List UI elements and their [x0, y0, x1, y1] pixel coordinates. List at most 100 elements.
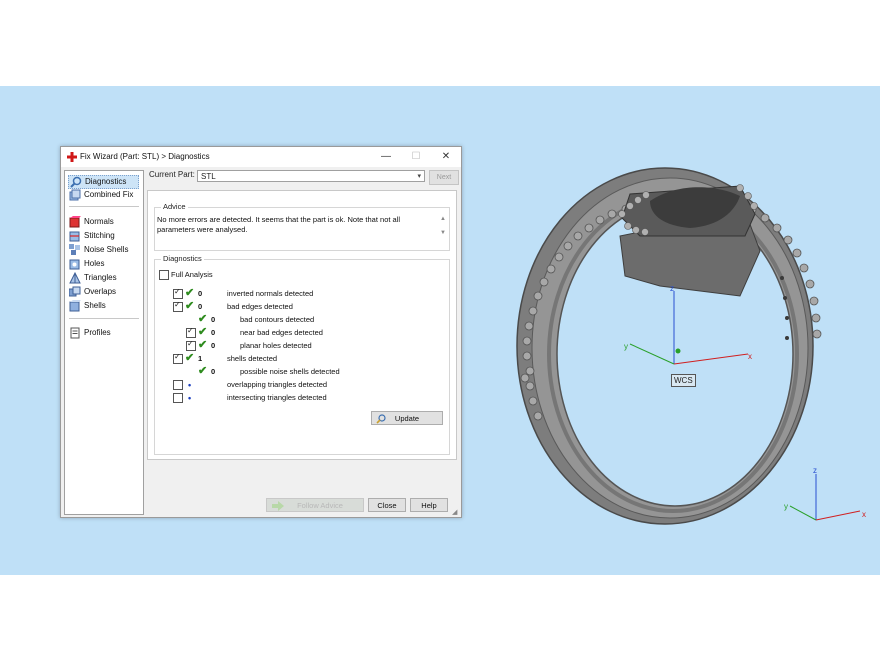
- nav-item-label: Shells: [84, 301, 106, 310]
- axis-x-label: x: [748, 352, 752, 361]
- ring-setting: [618, 184, 761, 297]
- dialog-body: Diagnostics Combined Fix Normals Stitchi…: [61, 167, 461, 517]
- diagnostics-title: Diagnostics: [161, 254, 204, 263]
- nav-item-label: Diagnostics: [85, 177, 127, 186]
- row-count: 1: [198, 354, 203, 363]
- title-bar[interactable]: Fix Wizard (Part: STL) > Diagnostics — ☐…: [61, 147, 461, 167]
- fix-wizard-icon: [67, 152, 77, 162]
- row-label: planar holes detected: [240, 341, 312, 350]
- dialog-title: Fix Wizard (Part: STL) > Diagnostics: [80, 152, 210, 161]
- orientation-axes: [789, 474, 861, 521]
- full-analysis-checkbox[interactable]: [159, 270, 169, 280]
- row-label: inverted normals detected: [227, 289, 314, 298]
- nav-item-triangles[interactable]: Triangles: [68, 272, 117, 284]
- nav-item-label: Overlaps: [84, 287, 117, 296]
- nav-item-label: Combined Fix: [84, 190, 134, 199]
- fix-wizard-dialog: Fix Wizard (Part: STL) > Diagnostics — ☐…: [60, 146, 462, 518]
- overlaps-icon: [69, 286, 81, 297]
- check-ok-icon: ✔: [198, 365, 208, 377]
- nav-item-label: Noise Shells: [84, 245, 129, 254]
- intersecting-triangles-checkbox[interactable]: [173, 393, 183, 403]
- update-button[interactable]: Update: [371, 411, 443, 425]
- row-label: intersecting triangles detected: [227, 393, 327, 402]
- nav-item-normals[interactable]: Normals: [68, 216, 114, 228]
- resize-grip-icon[interactable]: ◢: [452, 508, 460, 516]
- maximize-button[interactable]: ☐: [403, 148, 429, 166]
- diagnostics-panel: Advice No more errors are detected. It s…: [147, 190, 457, 460]
- nav-item-noise-shells[interactable]: Noise Shells: [68, 244, 128, 256]
- not-analysed-dot-icon: •: [188, 393, 192, 403]
- overlapping-triangles-checkbox[interactable]: [173, 380, 183, 390]
- nav-item-label: Holes: [84, 259, 105, 268]
- advice-group: Advice No more errors are detected. It s…: [154, 202, 450, 251]
- check-ok-icon: ✔: [198, 339, 208, 351]
- wizard-navigation: Diagnostics Combined Fix Normals Stitchi…: [64, 170, 144, 515]
- nav-item-profiles[interactable]: Profiles: [68, 327, 111, 339]
- holes-icon: [69, 259, 80, 270]
- diagnostics-icon: [70, 176, 82, 188]
- axis-y-label: y: [624, 342, 628, 351]
- row-count: 0: [198, 289, 203, 298]
- nav-item-label: Stitching: [84, 231, 115, 240]
- noise-shells-icon: [69, 244, 80, 255]
- advice-title: Advice: [161, 202, 188, 211]
- row-count: 0: [211, 328, 216, 337]
- advice-scrollbar[interactable]: ▲ ▼: [439, 212, 447, 244]
- nav-item-label: Profiles: [84, 328, 111, 337]
- wcs-label: WCS: [671, 374, 696, 387]
- nav-item-stitching[interactable]: Stitching: [68, 230, 115, 242]
- magnifier-icon: [376, 414, 386, 424]
- planar-holes-checkbox[interactable]: [186, 339, 196, 351]
- nav-separator: [69, 318, 139, 319]
- close-window-button[interactable]: ✕: [433, 148, 459, 166]
- nav-item-diagnostics[interactable]: Diagnostics: [68, 175, 139, 189]
- check-ok-icon: ✔: [185, 287, 195, 299]
- next-button[interactable]: Next: [429, 170, 459, 185]
- nav-item-label: Normals: [84, 217, 114, 226]
- full-analysis-label: Full Analysis: [171, 270, 213, 279]
- check-ok-icon: ✔: [198, 326, 208, 338]
- row-label: near bad edges detected: [240, 328, 323, 337]
- profiles-icon: [70, 327, 80, 339]
- inverted-normals-checkbox[interactable]: [173, 287, 183, 299]
- arrow-right-icon: [272, 501, 284, 511]
- follow-advice-label: Follow Advice: [297, 501, 343, 510]
- mini-axis-y-label: y: [784, 502, 788, 511]
- nav-separator: [69, 206, 139, 207]
- mini-axis-x-label: x: [862, 510, 866, 519]
- triangles-icon: [69, 272, 81, 284]
- shells-checkbox[interactable]: [173, 352, 183, 364]
- nav-item-holes[interactable]: Holes: [68, 258, 104, 270]
- row-label: overlapping triangles detected: [227, 380, 328, 389]
- near-bad-edges-checkbox[interactable]: [186, 326, 196, 338]
- check-ok-icon: ✔: [198, 313, 208, 325]
- row-count: 0: [211, 367, 216, 376]
- check-ok-icon: ✔: [185, 352, 195, 364]
- row-label: possible noise shells detected: [240, 367, 340, 376]
- minimize-button[interactable]: —: [373, 148, 399, 166]
- row-label: shells detected: [227, 354, 278, 363]
- diagnostics-group: Diagnostics Full Analysis ✔ 0 inverted n…: [154, 254, 450, 455]
- not-analysed-dot-icon: •: [188, 380, 192, 390]
- nav-item-combined-fix[interactable]: Combined Fix: [68, 189, 133, 201]
- nav-item-overlaps[interactable]: Overlaps: [68, 286, 116, 298]
- help-button[interactable]: Help: [410, 498, 448, 512]
- nav-item-label: Triangles: [84, 273, 117, 282]
- chevron-down-icon: ▾: [417, 173, 421, 180]
- check-ok-icon: ✔: [185, 300, 195, 312]
- follow-advice-button[interactable]: Follow Advice: [266, 498, 364, 512]
- nav-item-shells[interactable]: Shells: [68, 300, 106, 312]
- row-label: bad contours detected: [240, 315, 315, 324]
- stitching-icon: [69, 231, 80, 242]
- row-label: bad edges detected: [227, 302, 293, 311]
- close-button[interactable]: Close: [368, 498, 406, 512]
- current-part-select[interactable]: STL ▾: [197, 170, 425, 182]
- row-count: 0: [198, 302, 203, 311]
- current-part-label: Current Part:: [149, 170, 195, 179]
- row-count: 0: [211, 341, 216, 350]
- shells-icon: [69, 300, 81, 312]
- normals-icon: [69, 216, 81, 228]
- update-label: Update: [394, 414, 420, 423]
- mini-axis-z-label: z: [813, 466, 817, 475]
- bad-edges-checkbox[interactable]: [173, 300, 183, 312]
